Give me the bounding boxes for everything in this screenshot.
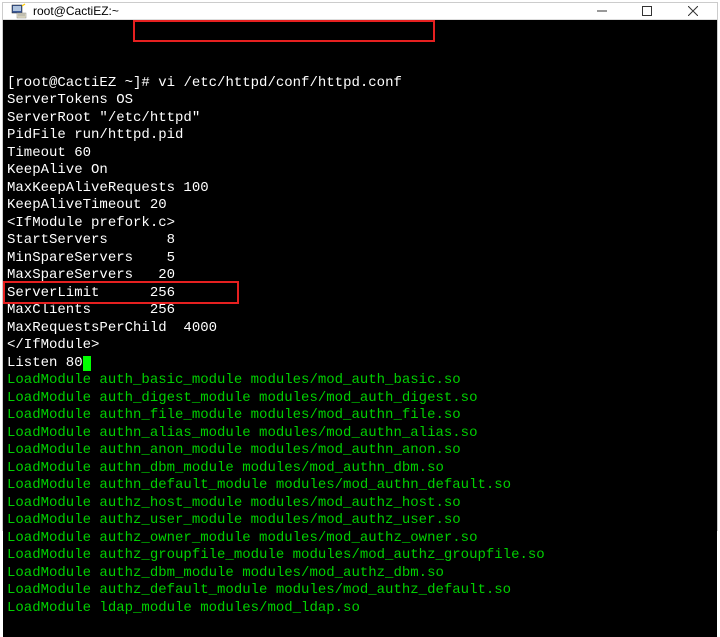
file-line: </IfModule> [7,337,99,353]
file-line: LoadModule authz_user_module modules/mod… [7,512,461,528]
file-line: LoadModule authn_dbm_module modules/mod_… [7,460,444,476]
window-title: root@CactiEZ:~ [33,4,579,18]
terminal-body[interactable]: [root@CactiEZ ~]# vi /etc/httpd/conf/htt… [3,20,717,637]
minimize-icon [597,6,607,16]
putty-icon [11,3,27,19]
command: vi /etc/httpd/conf/httpd.conf [158,75,402,91]
file-line: LoadModule auth_digest_module modules/mo… [7,390,477,406]
file-line: LoadModule authn_file_module modules/mod… [7,407,461,423]
file-line: LoadModule ldap_module modules/mod_ldap.… [7,600,360,616]
file-line: <IfModule prefork.c> [7,215,175,231]
file-line: LoadModule authn_anon_module modules/mod… [7,442,461,458]
minimize-button[interactable] [579,3,624,19]
file-line: KeepAlive On [7,162,108,178]
file-line: StartServers 8 [7,232,175,248]
close-button[interactable] [669,3,717,19]
file-line: PidFile run/httpd.pid [7,127,183,143]
file-line: MaxClients 256 [7,302,175,318]
file-line: LoadModule authz_groupfile_module module… [7,547,545,563]
close-icon [688,6,698,16]
file-line: ServerLimit 256 [7,285,175,301]
prompt: [root@CactiEZ ~]# [7,75,158,91]
maximize-button[interactable] [624,3,669,19]
highlight-command [133,20,435,42]
file-line: MaxKeepAliveRequests 100 [7,180,209,196]
titlebar[interactable]: root@CactiEZ:~ [3,3,717,20]
listen-line: Listen 80 [7,355,83,371]
file-line: LoadModule authn_alias_module modules/mo… [7,425,477,441]
window-controls [579,3,717,19]
file-line: MaxSpareServers 20 [7,267,175,283]
file-line: LoadModule authz_default_module modules/… [7,582,511,598]
file-line: MaxRequestsPerChild 4000 [7,320,217,336]
file-line: KeepAliveTimeout 20 [7,197,167,213]
terminal-window: root@CactiEZ:~ [root@CactiEZ ~]# vi /etc… [2,2,718,531]
file-line: LoadModule authz_dbm_module modules/mod_… [7,565,444,581]
cursor [83,356,91,371]
file-line: ServerRoot "/etc/httpd" [7,110,200,126]
file-line: LoadModule authz_owner_module modules/mo… [7,530,477,546]
file-line: ServerTokens OS [7,92,133,108]
file-line: LoadModule authz_host_module modules/mod… [7,495,461,511]
maximize-icon [642,6,652,16]
file-line: LoadModule authn_default_module modules/… [7,477,511,493]
file-line: LoadModule auth_basic_module modules/mod… [7,372,461,388]
file-line: Timeout 60 [7,145,91,161]
file-line: MinSpareServers 5 [7,250,175,266]
